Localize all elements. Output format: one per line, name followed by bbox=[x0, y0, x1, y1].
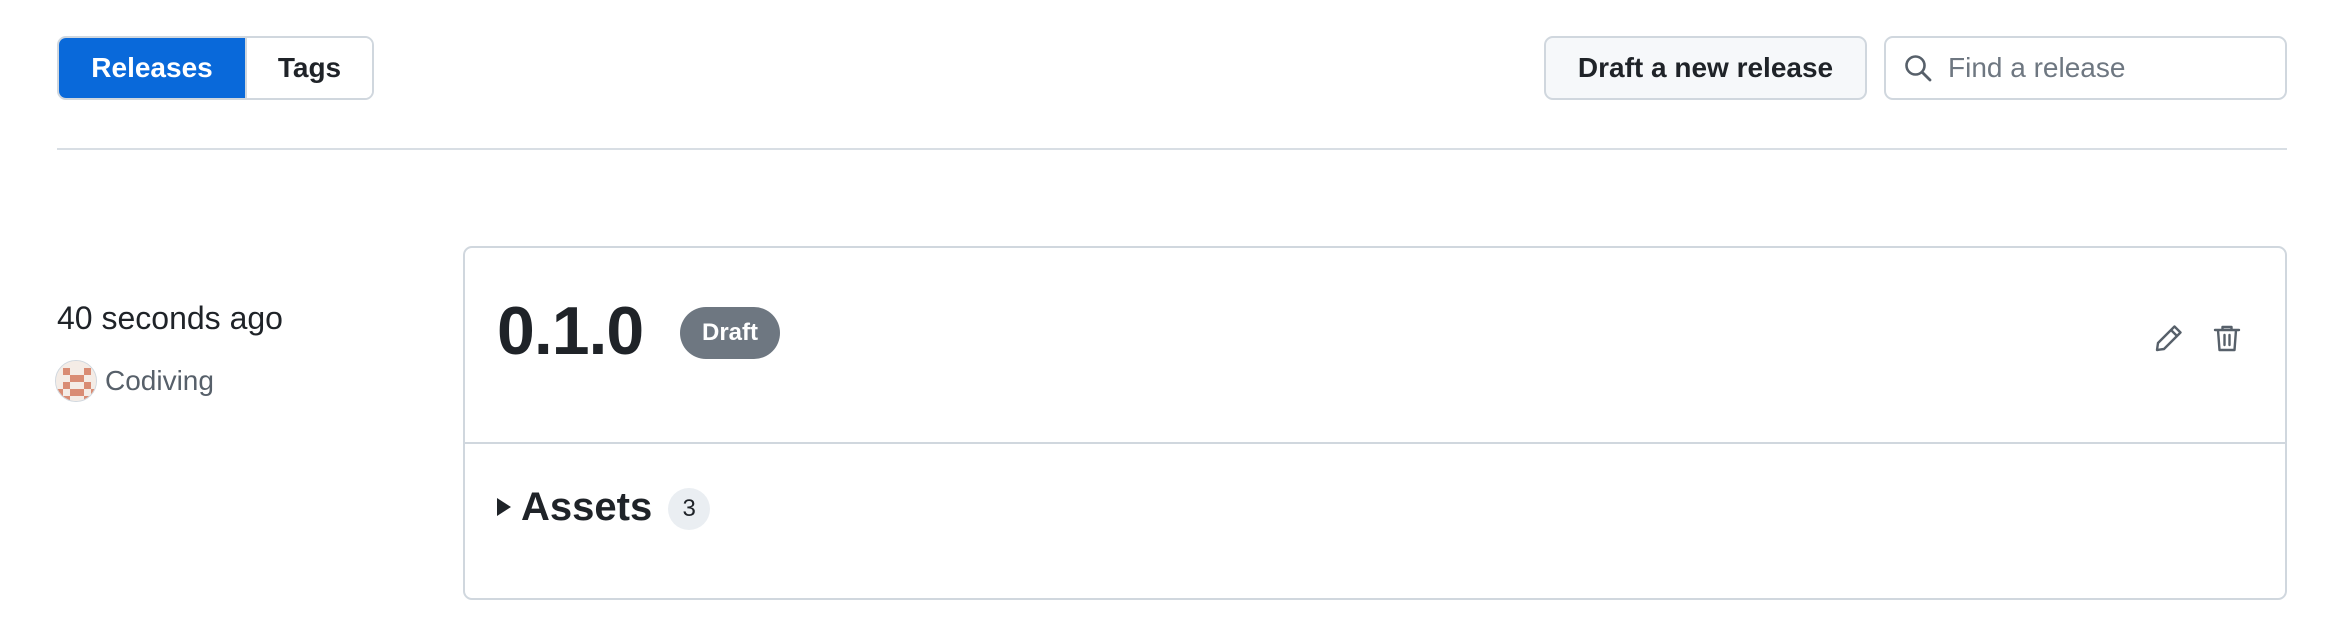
pencil-icon bbox=[2155, 325, 2182, 352]
identicon-avatar-icon bbox=[56, 361, 96, 401]
releases-tags-switch: Releases Tags bbox=[57, 36, 374, 100]
triangle-right-icon bbox=[497, 498, 511, 516]
releases-page: Releases Tags Draft a new release 40 sec… bbox=[0, 0, 2338, 638]
search-icon bbox=[1905, 55, 1932, 82]
release-card-header: 0.1.0 Draft bbox=[465, 248, 2285, 444]
delete-release-button[interactable] bbox=[2207, 318, 2247, 358]
assets-label: Assets bbox=[521, 484, 653, 529]
release-time: 40 seconds ago bbox=[57, 300, 283, 336]
tab-releases[interactable]: Releases bbox=[59, 38, 245, 98]
tab-tags[interactable]: Tags bbox=[245, 38, 372, 98]
release-version[interactable]: 0.1.0 bbox=[497, 292, 644, 370]
avatar[interactable] bbox=[55, 360, 97, 402]
release-author[interactable]: Codiving bbox=[55, 360, 214, 402]
status-badge: Draft bbox=[680, 307, 781, 359]
assets-count-badge: 3 bbox=[668, 488, 711, 530]
draft-new-release-button[interactable]: Draft a new release bbox=[1544, 36, 1867, 100]
edit-release-button[interactable] bbox=[2149, 318, 2189, 358]
assets-toggle[interactable]: Assets 3 bbox=[497, 484, 711, 530]
find-release-search[interactable] bbox=[1884, 36, 2287, 100]
release-card: 0.1.0 Draft Assets 3 bbox=[463, 246, 2287, 600]
header-divider bbox=[57, 148, 2287, 150]
trash-icon bbox=[2213, 325, 2241, 352]
author-name[interactable]: Codiving bbox=[105, 365, 214, 397]
search-input[interactable] bbox=[1948, 52, 2268, 84]
